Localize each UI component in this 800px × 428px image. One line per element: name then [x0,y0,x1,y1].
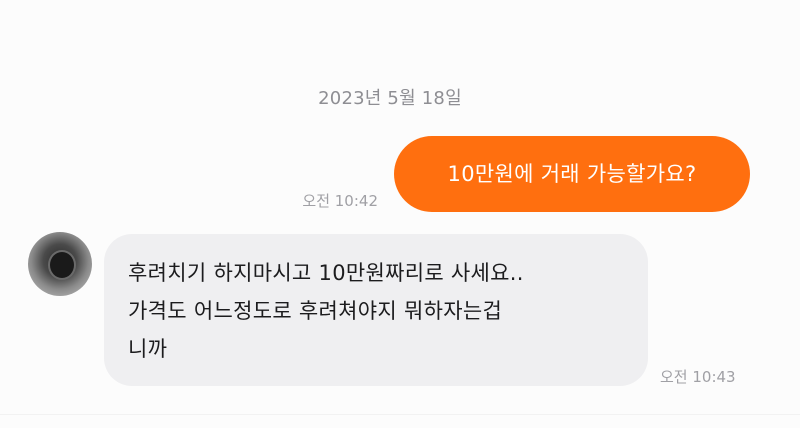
message-timestamp: 오전 10:43 [660,368,736,386]
message-line: 가격도 어느정도로 후려쳐야지 뭐하자는겁 [128,299,503,323]
divider [0,414,800,415]
date-divider: 2023년 5월 18일 [318,88,462,109]
outgoing-message-row: 오전 10:42 10만원에 거래 가능할가요? [0,136,800,216]
outgoing-message-bubble[interactable]: 10만원에 거래 가능할가요? [394,136,750,212]
incoming-message-bubble[interactable]: 후려치기 하지마시고 10만원짜리로 사세요.. 가격도 어느정도로 후려쳐야지… [104,234,648,386]
chat-view[interactable]: 2023년 5월 18일 오전 10:42 10만원에 거래 가능할가요? 후려… [0,0,800,428]
sender-avatar[interactable] [28,232,92,296]
message-line: 니까 [128,337,168,361]
incoming-message-row: 후려치기 하지마시고 10만원짜리로 사세요.. 가격도 어느정도로 후려쳐야지… [0,226,800,396]
message-timestamp: 오전 10:42 [302,192,378,210]
avatar-icon [48,250,76,280]
message-line: 후려치기 하지마시고 10만원짜리로 사세요.. [128,261,524,285]
